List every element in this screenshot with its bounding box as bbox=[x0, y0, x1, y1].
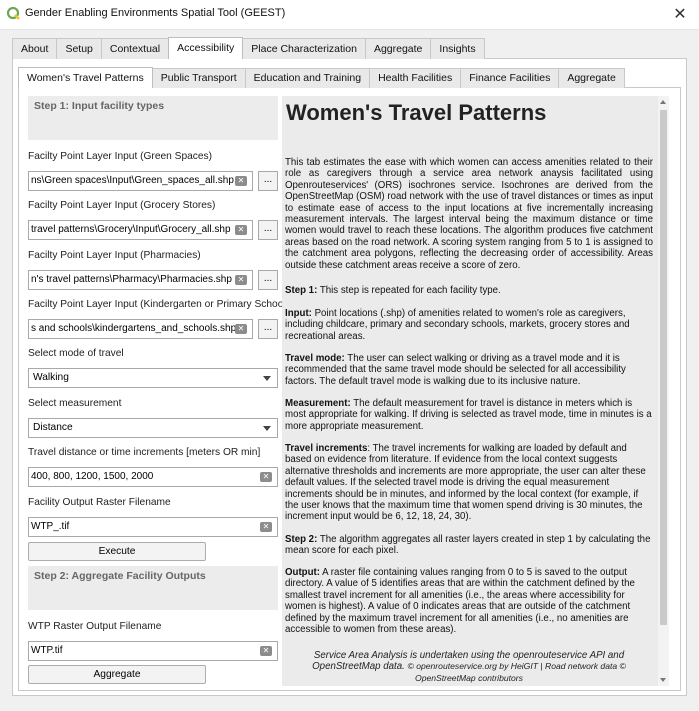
help-footer: Service Area Analysis is undertaken usin… bbox=[312, 650, 626, 683]
output-filename-input[interactable]: WTP_.tif ✕ bbox=[28, 517, 278, 537]
green-spaces-value: ns\Green spaces\Input\Green_spaces_all.s… bbox=[31, 175, 234, 186]
help-scrollbar[interactable] bbox=[658, 96, 669, 686]
kindergarten-input[interactable]: s and schools\kindergartens_and_schools.… bbox=[28, 319, 253, 339]
travel-mode-label: Select mode of travel bbox=[28, 348, 124, 359]
clear-icon[interactable]: ✕ bbox=[260, 646, 272, 656]
grocery-value: travel patterns\Grocery\Input\Grocery_al… bbox=[31, 224, 231, 235]
clear-icon[interactable]: ✕ bbox=[235, 176, 247, 186]
tab-about[interactable]: About bbox=[12, 38, 58, 59]
kindergarten-browse-button[interactable]: ... bbox=[258, 319, 278, 339]
tab-place-characterization[interactable]: Place Characterization bbox=[242, 38, 366, 59]
subtab-finance-facilities[interactable]: Finance Facilities bbox=[460, 68, 560, 88]
increments-value: 400, 800, 1200, 1500, 2000 bbox=[31, 471, 154, 482]
main-tabs: About Setup Contextual Accessibility Pla… bbox=[12, 37, 485, 59]
clear-icon[interactable]: ✕ bbox=[235, 324, 247, 334]
dropdown-arrow-icon bbox=[263, 426, 271, 431]
green-spaces-input[interactable]: ns\Green spaces\Input\Green_spaces_all.s… bbox=[28, 171, 253, 191]
green-spaces-label: Facilty Point Layer Input (Green Spaces) bbox=[28, 151, 213, 162]
help-intro: This tab estimates the ease with which w… bbox=[285, 157, 653, 271]
grocery-browse-button[interactable]: ... bbox=[258, 220, 278, 240]
subtab-public-transport[interactable]: Public Transport bbox=[151, 68, 246, 88]
wtp-output-value: WTP.tif bbox=[31, 645, 63, 656]
measurement-label: Select measurement bbox=[28, 398, 122, 409]
grocery-input[interactable]: travel patterns\Grocery\Input\Grocery_al… bbox=[28, 220, 253, 240]
increments-label: Travel distance or time increments [mete… bbox=[28, 447, 261, 458]
step2-header: Step 2: Aggregate Facility Outputs bbox=[28, 566, 278, 610]
grocery-label: Facilty Point Layer Input (Grocery Store… bbox=[28, 200, 216, 211]
green-spaces-browse-button[interactable]: ... bbox=[258, 171, 278, 191]
close-icon[interactable]: ✕ bbox=[669, 4, 691, 26]
tab-insights[interactable]: Insights bbox=[430, 38, 485, 59]
subtab-womens-travel-patterns[interactable]: Women's Travel Patterns bbox=[18, 67, 153, 88]
clear-icon[interactable]: ✕ bbox=[235, 275, 247, 285]
clear-icon[interactable]: ✕ bbox=[235, 225, 247, 235]
travel-mode-select[interactable]: Walking bbox=[28, 368, 278, 388]
pharmacy-input[interactable]: n's travel patterns\Pharmacy\Pharmacies.… bbox=[28, 270, 253, 290]
increments-input[interactable]: 400, 800, 1200, 1500, 2000 ✕ bbox=[28, 467, 278, 487]
title-bar: Gender Enabling Environments Spatial Too… bbox=[0, 0, 699, 30]
pharmacy-value: n's travel patterns\Pharmacy\Pharmacies.… bbox=[31, 274, 232, 285]
wtp-output-input[interactable]: WTP.tif ✕ bbox=[28, 641, 278, 661]
clear-icon[interactable]: ✕ bbox=[260, 472, 272, 482]
aggregate-button[interactable]: Aggregate bbox=[28, 665, 206, 684]
help-measurement: Measurement: The default measurement for… bbox=[285, 398, 652, 432]
scroll-up-icon[interactable] bbox=[660, 100, 666, 104]
wtp-output-label: WTP Raster Output Filename bbox=[28, 621, 162, 632]
pharmacy-label: Facilty Point Layer Input (Pharmacies) bbox=[28, 250, 201, 261]
travel-mode-value: Walking bbox=[33, 372, 69, 383]
subtab-health-facilities[interactable]: Health Facilities bbox=[369, 68, 462, 88]
kindergarten-label: Facilty Point Layer Input (Kindergarten … bbox=[28, 299, 295, 310]
measurement-value: Distance bbox=[33, 422, 73, 433]
subtab-education-and-training[interactable]: Education and Training bbox=[244, 68, 371, 88]
help-step1: Step 1: This step is repeated for each f… bbox=[285, 285, 501, 296]
help-input: Input: Point locations (.shp) of ameniti… bbox=[285, 308, 630, 342]
tab-setup[interactable]: Setup bbox=[56, 38, 102, 59]
output-filename-value: WTP_.tif bbox=[31, 521, 70, 532]
tab-contextual[interactable]: Contextual bbox=[100, 38, 170, 59]
tab-accessibility[interactable]: Accessibility bbox=[168, 37, 244, 59]
measurement-select[interactable]: Distance bbox=[28, 418, 278, 438]
step1-header: Step 1: Input facility types bbox=[28, 96, 278, 140]
help-step2: Step 2: The algorithm aggregates all ras… bbox=[285, 534, 651, 557]
scroll-thumb[interactable] bbox=[660, 110, 667, 625]
clear-icon[interactable]: ✕ bbox=[260, 522, 272, 532]
help-output: Output: A raster file containing values … bbox=[285, 567, 635, 636]
qgis-icon bbox=[7, 7, 20, 20]
execute-button[interactable]: Execute bbox=[28, 542, 206, 561]
subtab-aggregate[interactable]: Aggregate bbox=[558, 68, 625, 88]
dropdown-arrow-icon bbox=[263, 376, 271, 381]
pharmacy-browse-button[interactable]: ... bbox=[258, 270, 278, 290]
tab-aggregate[interactable]: Aggregate bbox=[364, 38, 432, 59]
help-title: Women's Travel Patterns bbox=[286, 100, 547, 125]
window-title: Gender Enabling Environments Spatial Too… bbox=[25, 7, 286, 19]
help-travel-mode: Travel mode: The user can select walking… bbox=[285, 353, 626, 387]
scroll-down-icon[interactable] bbox=[660, 678, 666, 682]
accessibility-subtabs: Women's Travel Patterns Public Transport… bbox=[18, 67, 625, 88]
output-filename-label: Facility Output Raster Filename bbox=[28, 497, 171, 508]
help-travel-increments: Travel increments: The travel increments… bbox=[285, 443, 646, 523]
help-text-pane[interactable]: Women's Travel Patterns This tab estimat… bbox=[282, 96, 658, 686]
kindergarten-value: s and schools\kindergartens_and_schools.… bbox=[31, 323, 237, 334]
